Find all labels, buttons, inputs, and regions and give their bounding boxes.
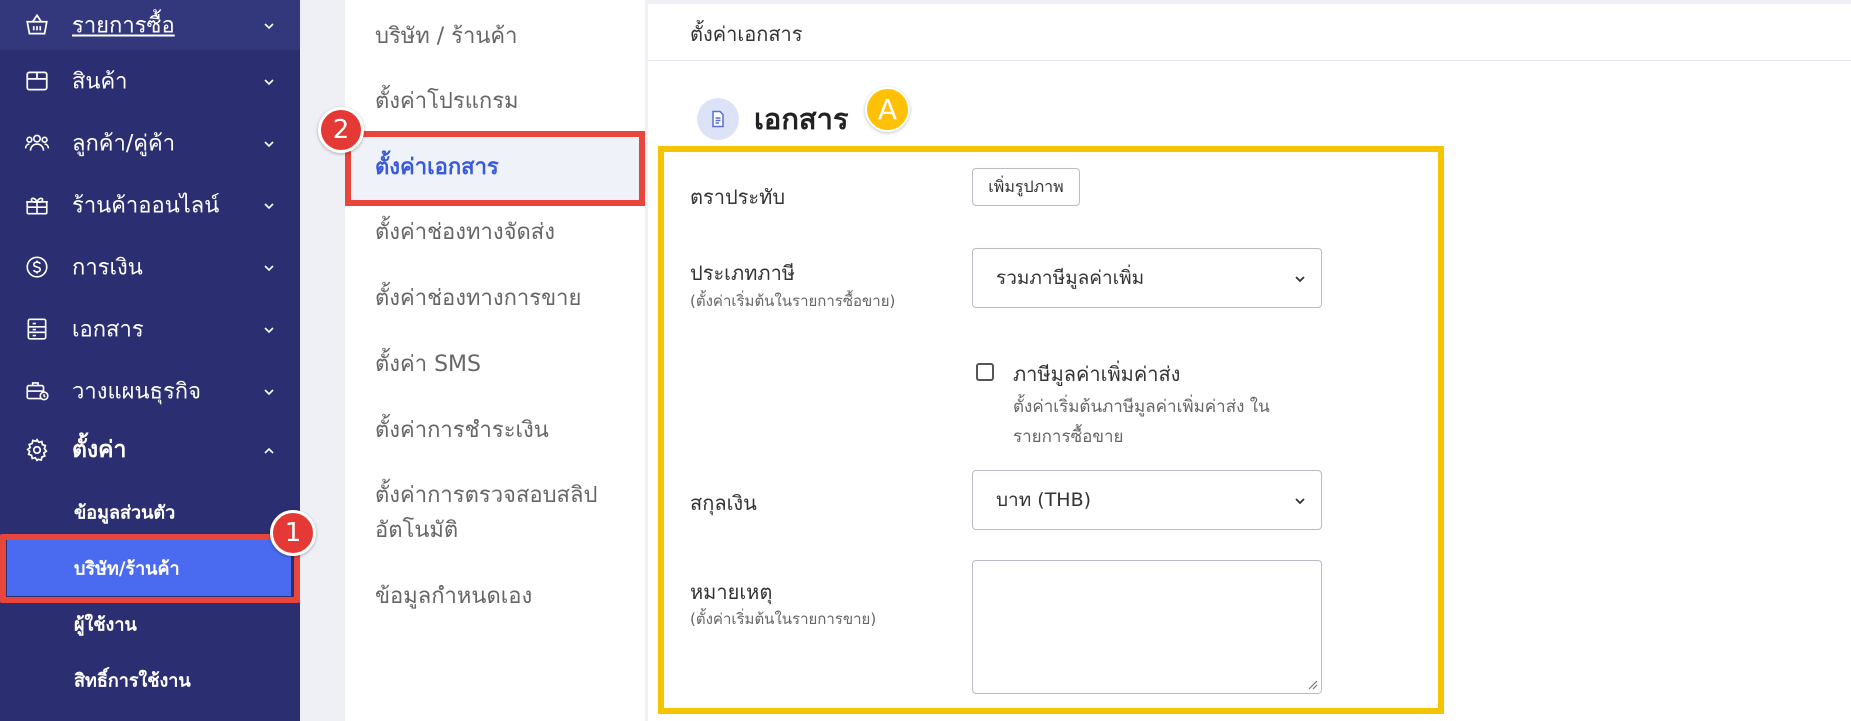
currency-value: บาท (THB) [996,489,1092,511]
currency-label: สกุลเงิน [690,491,757,515]
nav-label: วางแผนธุรกิจ [72,379,202,405]
nav-label: ลูกค้า/คู่ค้า [72,131,176,157]
menu-item-sales-channel-settings[interactable]: ตั้งค่าช่องทางการขาย [375,281,581,316]
tax-type-label: ประเภทภาษี [690,261,795,285]
nav-label: ตั้งค่า [72,437,127,463]
nav-item-online-store[interactable]: ร้านค้าออนไลน์ [0,174,300,236]
nav-item-settings[interactable]: ตั้งค่า [0,419,300,481]
nav-item-documents[interactable]: เอกสาร [0,298,300,360]
chevron-down-icon [262,18,276,32]
sidebar: รายการซื้อ สินค้า ลูกค้า/คู่ค้า ร้านค้าอ… [0,0,300,721]
annotation-highlight-company [0,534,300,603]
nav-item-purchases[interactable]: รายการซื้อ [0,0,300,50]
menu-item-payment-settings[interactable]: ตั้งค่าการชำระเงิน [375,413,549,448]
sub-item-label: ผู้ใช้งาน [74,614,137,636]
tax-type-value: รวมภาษีมูลค่าเพิ่ม [996,267,1145,289]
chevron-down-icon [262,260,276,274]
shipping-vat-hint-line2: รายการซื้อขาย [1013,427,1124,447]
chevron-down-icon [262,136,276,150]
chevron-up-icon [262,443,276,457]
gift-icon [24,192,50,218]
header-divider [648,60,1851,61]
nav-label: เอกสาร [72,317,144,343]
chevron-down-icon [262,198,276,212]
chevron-down-icon [1293,271,1307,285]
users-icon [24,130,50,156]
add-image-button[interactable]: เพิ่มรูปภาพ [972,168,1080,206]
menu-item-slip-verification-settings-line2[interactable]: อัตโนมัติ [375,513,458,548]
briefcase-icon [24,378,50,404]
annotation-badge-a: A [865,87,910,132]
document-icon [697,98,739,140]
sub-item-label: ข้อมูลส่วนตัว [74,502,176,524]
chevron-down-icon [1293,493,1307,507]
menu-item-custom-fields[interactable]: ข้อมูลกำหนดเอง [375,579,532,614]
menu-item-document-settings[interactable]: ตั้งค่าเอกสาร [375,150,499,185]
menu-item-program-settings[interactable]: ตั้งค่าโปรแกรม [375,84,519,119]
sub-item-users[interactable]: ผู้ใช้งาน [0,596,300,652]
menu-item-company[interactable]: บริษัท / ร้านค้า [375,19,517,54]
nav-label: ร้านค้าออนไลน์ [72,193,220,219]
chevron-down-icon [262,74,276,88]
menu-item-slip-verification-settings[interactable]: ตั้งค่าการตรวจสอบสลิป [375,478,597,513]
step-badge-1: 1 [270,510,316,556]
sub-item-permissions[interactable]: สิทธิ์การใช้งาน [0,652,300,708]
remark-textarea[interactable] [972,560,1322,694]
nav-item-business-planning[interactable]: วางแผนธุรกิจ [0,360,300,422]
page-title: เอกสาร [754,102,849,136]
nav-item-products[interactable]: สินค้า [0,50,300,112]
shipping-vat-label[interactable]: ภาษีมูลค่าเพิ่มค่าส่ง [1013,358,1180,390]
sub-item-profile[interactable]: ข้อมูลส่วนตัว [0,484,300,540]
chevron-down-icon [262,322,276,336]
dollar-circle-icon [24,254,50,280]
sub-item-label: สิทธิ์การใช้งาน [74,670,191,692]
main-content: ตั้งค่าเอกสาร เอกสาร A ตราประทับ เพิ่มรู… [648,4,1851,721]
nav-label: รายการซื้อ [72,13,175,39]
box-icon [24,68,50,94]
step-badge-2: 2 [318,107,364,153]
nav-label: การเงิน [72,255,143,281]
menu-item-sms-settings[interactable]: ตั้งค่า SMS [375,347,481,382]
remark-label: หมายเหตุ [690,580,773,604]
nav-item-customers[interactable]: ลูกค้า/คู่ค้า [0,112,300,174]
menu-item-shipping-settings[interactable]: ตั้งค่าช่องทางจัดส่ง [375,215,555,250]
document-icon [24,316,50,342]
shipping-vat-checkbox[interactable] [976,363,994,381]
resize-grip-icon[interactable] [1306,678,1318,690]
remark-hint: (ตั้งค่าเริ่มต้นในรายการขาย) [690,610,877,628]
basket-icon [24,12,50,38]
tax-type-select[interactable]: รวมภาษีมูลค่าเพิ่ม [972,248,1322,308]
settings-menu: บริษัท / ร้านค้า ตั้งค่าโปรแกรม ตั้งค่าเ… [345,0,645,721]
chevron-down-icon [262,384,276,398]
tax-type-hint: (ตั้งค่าเริ่มต้นในรายการซื้อขาย) [690,292,896,310]
shipping-vat-hint: ตั้งค่าเริ่มต้นภาษีมูลค่าเพิ่มค่าส่ง ใน [1013,397,1270,417]
nav-item-finance[interactable]: การเงิน [0,236,300,298]
nav-label: สินค้า [72,69,128,95]
breadcrumb: ตั้งค่าเอกสาร [690,22,803,46]
currency-select[interactable]: บาท (THB) [972,470,1322,530]
gear-icon [24,437,50,463]
stamp-label: ตราประทับ [690,185,786,209]
